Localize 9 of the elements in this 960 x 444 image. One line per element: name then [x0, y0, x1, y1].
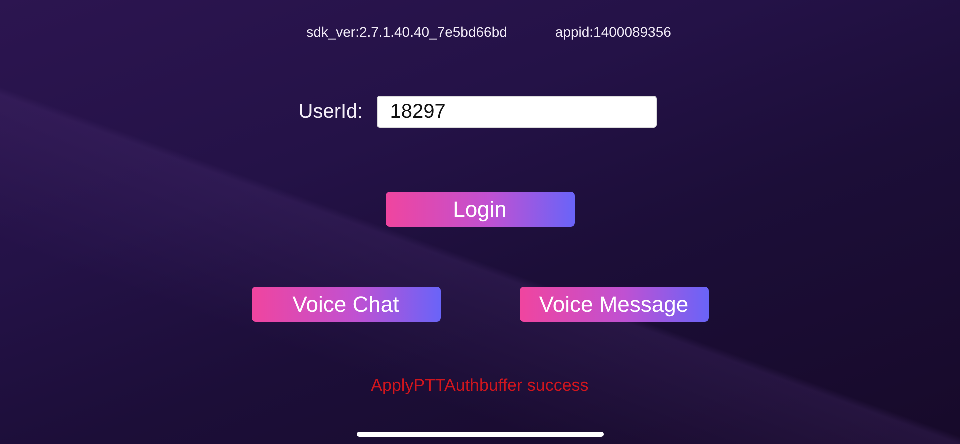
home-indicator[interactable]	[357, 432, 604, 437]
voice-chat-button[interactable]: Voice Chat	[252, 287, 440, 322]
user-id-label: UserId:	[298, 100, 364, 124]
user-id-field[interactable]: 18297	[377, 96, 658, 128]
appid-text: appid:1400089356	[555, 24, 672, 40]
login-button[interactable]: Login	[386, 192, 574, 227]
status-message: ApplyPTTAuthbuffer success	[371, 376, 589, 396]
voice-message-button[interactable]: Voice Message	[520, 287, 708, 322]
sdk-version-text: sdk_ver:2.7.1.40.40_7e5bd66bd	[306, 24, 508, 40]
